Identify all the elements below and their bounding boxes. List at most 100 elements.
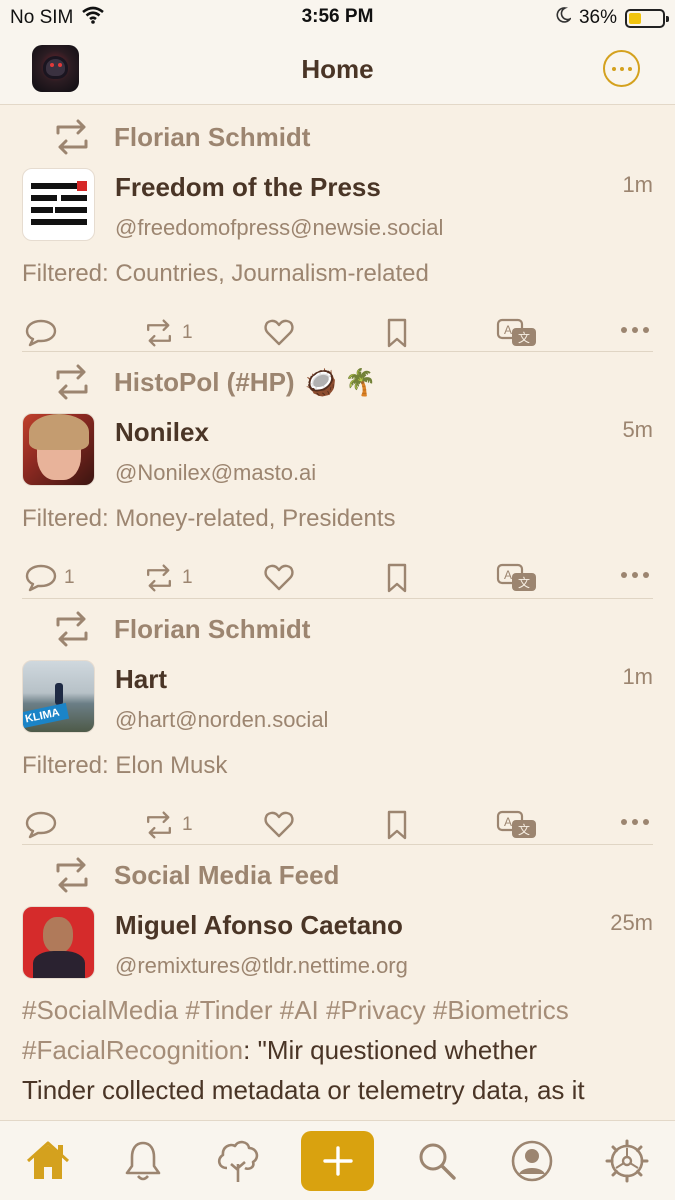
translate-icon: A文 [496, 318, 536, 346]
status-post[interactable]: HistoPol (#HP) 🥥 🌴 Nonilex @Nonilex@mast… [0, 351, 675, 598]
hashtag-link[interactable]: #FacialRecognition [22, 1035, 243, 1065]
post-author[interactable]: Nonilex @Nonilex@masto.ai 5m [22, 413, 653, 497]
timeline-feed[interactable]: Florian Schmidt Freedom of the Press @fr… [0, 106, 675, 1120]
favorite-button[interactable] [264, 563, 294, 591]
favorite-button[interactable] [264, 810, 294, 838]
more-options-icon[interactable] [603, 50, 640, 87]
reply-button[interactable] [24, 810, 64, 840]
boost-button[interactable]: 1 [142, 318, 193, 348]
translate-icon: A文 [496, 810, 536, 838]
tab-settings[interactable] [599, 1133, 655, 1189]
translate-button[interactable]: A文 [496, 318, 538, 350]
tab-federated[interactable] [210, 1133, 266, 1189]
notifications-icon [125, 1141, 161, 1181]
compose-plus-icon [322, 1146, 353, 1176]
boost-icon [56, 119, 88, 155]
boost-icon [147, 811, 171, 839]
display-name[interactable]: Nonilex [115, 417, 316, 448]
post-text: Tinder collected metadata or telemetry d… [22, 1075, 585, 1105]
avatar[interactable] [22, 906, 95, 979]
tab-profile[interactable] [504, 1133, 560, 1189]
display-name[interactable]: Freedom of the Press [115, 172, 443, 203]
avatar[interactable] [22, 413, 95, 486]
status-post[interactable]: Florian Schmidt Freedom of the Press @fr… [0, 106, 675, 351]
boost-count: 1 [182, 322, 193, 343]
post-time: 5m [622, 417, 653, 442]
status-post[interactable]: Social Media Feed Miguel Afonso Caetano … [0, 844, 675, 1120]
post-author[interactable]: Freedom of the Press @freedomofpress@new… [22, 168, 653, 252]
favorite-icon [264, 811, 294, 838]
boosted-by-name: HistoPol (#HP) [114, 366, 295, 397]
boost-header[interactable]: Florian Schmidt [22, 598, 653, 660]
boost-header[interactable]: Florian Schmidt [22, 106, 653, 168]
favorite-icon [264, 564, 294, 591]
reply-button[interactable] [24, 318, 64, 348]
bookmark-button[interactable] [386, 318, 408, 348]
post-content[interactable]: #SocialMedia #Tinder #AI #Privacy #Biome… [22, 990, 653, 1110]
post-time: 25m [610, 910, 653, 935]
filtered-notice[interactable]: Filtered: Money-related, Presidents [22, 505, 653, 549]
boost-button[interactable]: 1 [142, 563, 193, 593]
bookmark-button[interactable] [386, 810, 408, 840]
more-icon [621, 819, 649, 825]
avatar[interactable]: KLIMA [22, 660, 95, 733]
page-title: Home [301, 54, 374, 84]
bookmark-button[interactable] [386, 563, 408, 593]
compose-button[interactable] [301, 1131, 374, 1191]
translate-button[interactable]: A文 [496, 810, 538, 842]
svg-text:A: A [504, 815, 512, 829]
nav-bar: Home [0, 36, 675, 105]
display-name[interactable]: Hart [115, 664, 328, 695]
boost-icon [147, 319, 171, 347]
filtered-notice[interactable]: Filtered: Countries, Journalism-related [22, 260, 653, 304]
favorite-icon [264, 319, 294, 346]
account-handle: @Nonilex@masto.ai [115, 460, 317, 485]
filtered-notice[interactable]: Filtered: Elon Musk [22, 752, 653, 796]
boost-icon [56, 857, 88, 893]
author-text: Hart @hart@norden.social [115, 660, 328, 744]
search-icon [419, 1143, 456, 1180]
settings-icon [605, 1139, 649, 1183]
status-post[interactable]: Florian Schmidt KLIMA Hart @hart@norden.… [0, 598, 675, 844]
boost-count: 1 [182, 814, 193, 835]
boost-count: 1 [182, 567, 193, 588]
post-author[interactable]: KLIMA Hart @hart@norden.social 1m [22, 660, 653, 744]
svg-text:文: 文 [518, 330, 530, 345]
status-right: 36% [555, 6, 669, 30]
boost-button[interactable]: 1 [142, 810, 193, 840]
account-handle: @hart@norden.social [115, 707, 329, 732]
avatar[interactable] [22, 168, 95, 241]
post-time: 1m [622, 172, 653, 197]
boost-header[interactable]: Social Media Feed [22, 844, 653, 906]
boost-header[interactable]: HistoPol (#HP) 🥥 🌴 [22, 351, 653, 413]
boosted-by-name: Social Media Feed [114, 859, 340, 890]
account-handle: @remixtures@tldr.nettime.org [115, 953, 408, 978]
reply-icon [25, 564, 57, 592]
profile-icon [511, 1140, 553, 1182]
hashtag-link[interactable]: #SocialMedia #Tinder #AI #Privacy #Biome… [22, 995, 569, 1025]
display-name[interactable]: Miguel Afonso Caetano [115, 910, 408, 941]
more-button[interactable] [620, 818, 650, 826]
tab-home[interactable] [20, 1133, 76, 1189]
more-button[interactable] [620, 326, 650, 334]
battery-icon [625, 8, 669, 28]
boost-icon [147, 564, 171, 592]
tab-notifications[interactable] [115, 1133, 171, 1189]
bookmark-icon [387, 563, 407, 593]
author-text: Nonilex @Nonilex@masto.ai [115, 413, 316, 497]
tab-bar [0, 1120, 675, 1200]
account-handle: @freedomofpress@newsie.social [115, 215, 444, 240]
author-text: Miguel Afonso Caetano @remixtures@tldr.n… [115, 906, 408, 990]
home-icon [26, 1141, 70, 1179]
favorite-button[interactable] [264, 318, 294, 346]
reply-count: 1 [64, 567, 75, 588]
avatar-figure [55, 683, 63, 705]
more-button[interactable] [620, 571, 650, 579]
author-text: Freedom of the Press @freedomofpress@new… [115, 168, 443, 252]
tab-search[interactable] [409, 1133, 465, 1189]
svg-text:文: 文 [518, 822, 530, 837]
translate-button[interactable]: A文 [496, 563, 538, 595]
post-author[interactable]: Miguel Afonso Caetano @remixtures@tldr.n… [22, 906, 653, 990]
boost-icon [56, 611, 88, 647]
reply-button[interactable]: 1 [24, 563, 75, 593]
